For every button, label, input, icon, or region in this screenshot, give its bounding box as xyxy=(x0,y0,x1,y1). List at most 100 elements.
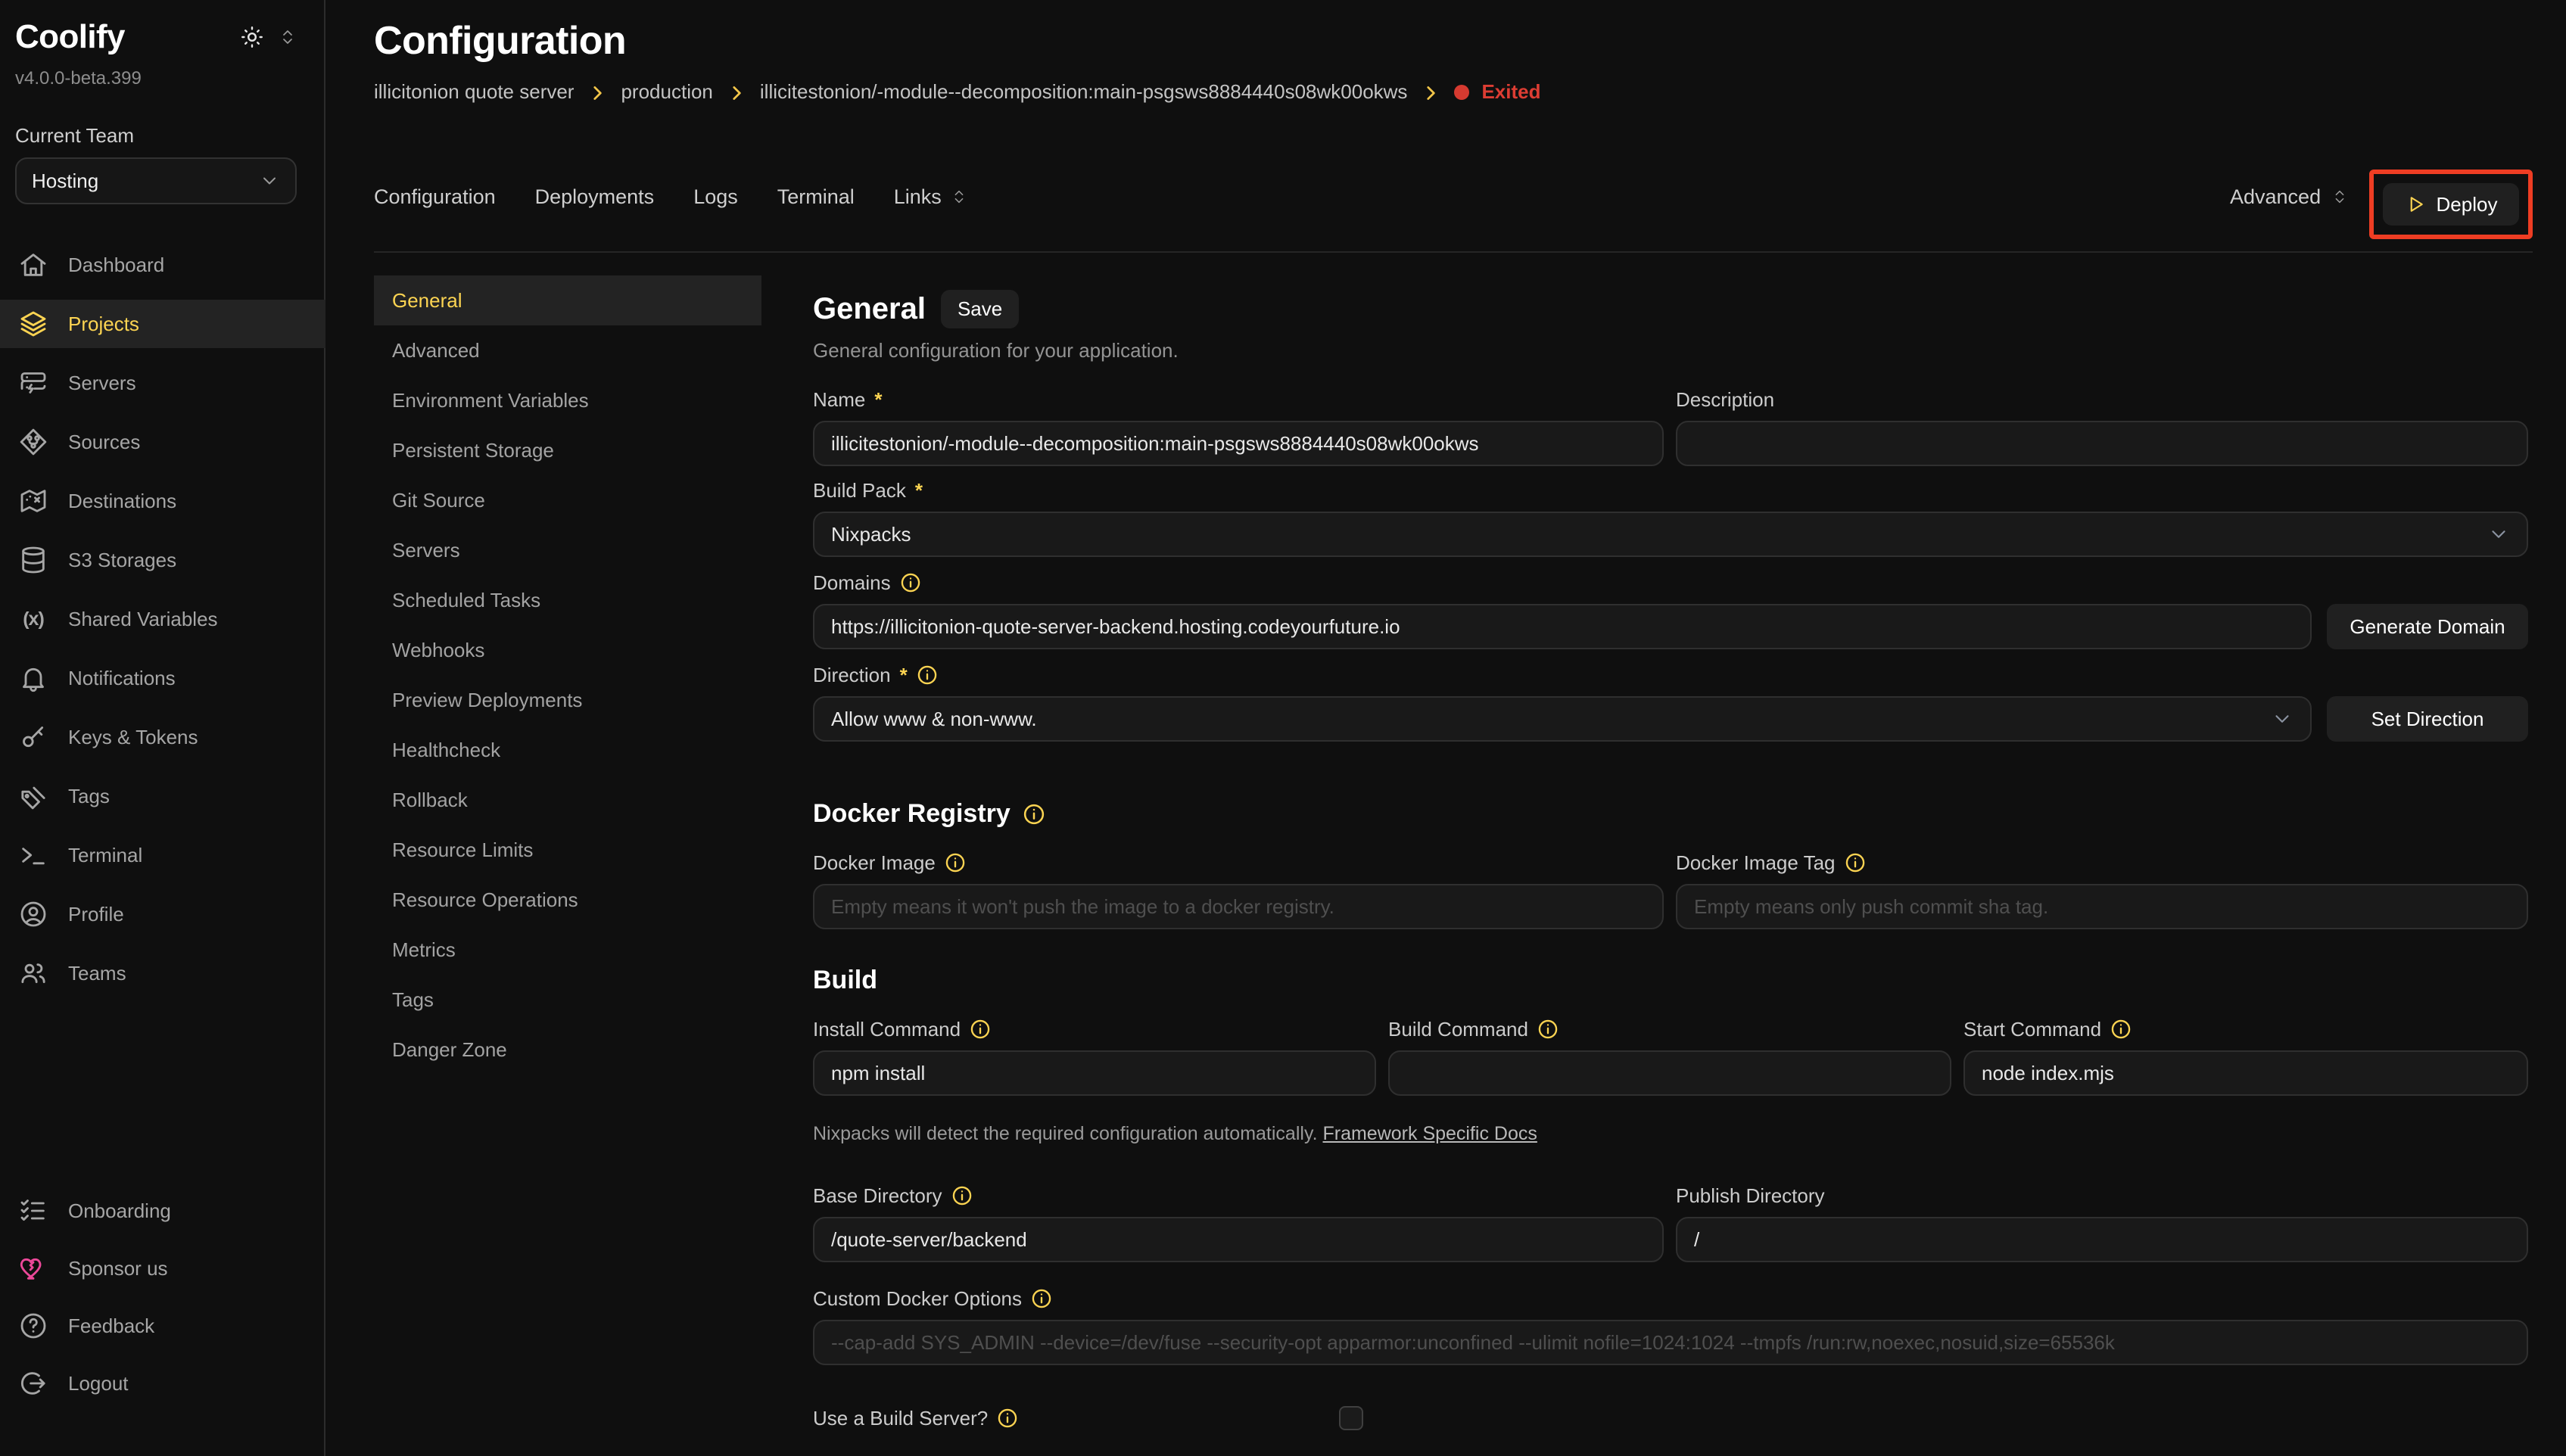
sidebar-item-sources[interactable]: Sources xyxy=(0,418,325,466)
build-command-input[interactable] xyxy=(1388,1050,1951,1096)
sidebar-item-label: Servers xyxy=(68,372,136,395)
git-source-icon xyxy=(18,427,48,457)
build-server-checkbox[interactable] xyxy=(1339,1406,1363,1430)
tab-logs[interactable]: Logs xyxy=(693,185,738,209)
subnav-healthcheck[interactable]: Healthcheck xyxy=(374,725,761,775)
sidebar-item-label: Keys & Tokens xyxy=(68,726,198,749)
sidebar-item-label: Teams xyxy=(68,962,126,985)
section-title: General xyxy=(813,292,926,326)
docker-image-tag-input[interactable] xyxy=(1676,884,2528,929)
subnav-persistent-storage[interactable]: Persistent Storage xyxy=(374,425,761,475)
subnav-advanced[interactable]: Advanced xyxy=(374,325,761,375)
sidebar-item-label: Projects xyxy=(68,313,139,336)
theme-selector-icon[interactable] xyxy=(279,28,297,46)
subnav-scheduled-tasks[interactable]: Scheduled Tasks xyxy=(374,575,761,625)
breadcrumb-project[interactable]: illicitonion quote server xyxy=(374,80,574,104)
team-select[interactable]: Hosting xyxy=(15,157,297,204)
subnav-tags[interactable]: Tags xyxy=(374,975,761,1025)
required-asterisk: * xyxy=(874,388,882,412)
sidebar-item-label: Sources xyxy=(68,431,140,454)
build-pack-select[interactable]: Nixpacks xyxy=(813,512,2528,557)
tab-configuration[interactable]: Configuration xyxy=(374,185,496,209)
save-button[interactable]: Save xyxy=(941,290,1019,328)
subnav-resource-limits[interactable]: Resource Limits xyxy=(374,825,761,875)
sidebar-item-feedback[interactable]: Feedback xyxy=(0,1302,325,1350)
app-logo: Coolify xyxy=(15,18,125,56)
config-subnav: General Advanced Environment Variables P… xyxy=(374,275,761,1075)
home-icon xyxy=(18,250,48,280)
theme-sun-icon[interactable] xyxy=(239,24,265,50)
sidebar-item-profile[interactable]: Profile xyxy=(0,890,325,938)
sidebar-item-keys-tokens[interactable]: Keys & Tokens xyxy=(0,713,325,761)
subnav-webhooks[interactable]: Webhooks xyxy=(374,625,761,675)
sidebar-item-tags[interactable]: Tags xyxy=(0,772,325,820)
logout-icon xyxy=(18,1368,48,1398)
info-icon xyxy=(1023,803,1045,826)
sidebar-item-s3-storages[interactable]: S3 Storages xyxy=(0,536,325,584)
subnav-danger-zone[interactable]: Danger Zone xyxy=(374,1025,761,1075)
sidebar-item-servers[interactable]: Servers xyxy=(0,359,325,407)
info-icon xyxy=(997,1408,1018,1429)
sidebar-item-terminal[interactable]: Terminal xyxy=(0,831,325,879)
name-input[interactable] xyxy=(813,421,1664,466)
build-command-label: Build Command xyxy=(1388,1018,1528,1041)
sidebar-item-teams[interactable]: Teams xyxy=(0,949,325,997)
subnav-rollback[interactable]: Rollback xyxy=(374,775,761,825)
subnav-git-source[interactable]: Git Source xyxy=(374,475,761,525)
base-directory-label: Base Directory xyxy=(813,1184,942,1208)
description-input[interactable] xyxy=(1676,421,2528,466)
sidebar-item-dashboard[interactable]: Dashboard xyxy=(0,241,325,289)
required-asterisk: * xyxy=(915,479,923,502)
info-icon xyxy=(917,664,938,686)
general-form: General Save General configuration for y… xyxy=(813,0,2528,1456)
subnav-environment-variables[interactable]: Environment Variables xyxy=(374,375,761,425)
install-command-input[interactable] xyxy=(813,1050,1376,1096)
direction-label: Direction xyxy=(813,664,891,687)
sidebar-item-label: Terminal xyxy=(68,844,142,867)
subnav-metrics[interactable]: Metrics xyxy=(374,925,761,975)
app-version: v4.0.0-beta.399 xyxy=(15,68,142,89)
subnav-general[interactable]: General xyxy=(374,275,761,325)
sidebar-item-label: Shared Variables xyxy=(68,608,218,631)
breadcrumb-environment[interactable]: production xyxy=(621,80,712,104)
set-direction-button[interactable]: Set Direction xyxy=(2327,696,2528,742)
sidebar-item-label: Logout xyxy=(68,1372,129,1395)
publish-directory-input[interactable] xyxy=(1676,1217,2528,1262)
docker-image-input[interactable] xyxy=(813,884,1664,929)
subnav-preview-deployments[interactable]: Preview Deployments xyxy=(374,675,761,725)
subnav-servers[interactable]: Servers xyxy=(374,525,761,575)
sidebar-item-projects[interactable]: Projects xyxy=(0,300,325,348)
start-command-input[interactable] xyxy=(1963,1050,2528,1096)
tags-icon xyxy=(18,781,48,811)
sidebar-item-onboarding[interactable]: Onboarding xyxy=(0,1187,325,1235)
sidebar-footer: Onboarding Sponsor us Feedback Logout xyxy=(0,1187,325,1417)
base-directory-input[interactable] xyxy=(813,1217,1664,1262)
info-icon xyxy=(1845,852,1866,873)
help-circle-icon xyxy=(18,1311,48,1341)
subnav-resource-operations[interactable]: Resource Operations xyxy=(374,875,761,925)
sidebar-item-notifications[interactable]: Notifications xyxy=(0,654,325,702)
sidebar-item-logout[interactable]: Logout xyxy=(0,1359,325,1408)
sidebar-item-sponsor[interactable]: Sponsor us xyxy=(0,1244,325,1293)
custom-docker-options-input[interactable] xyxy=(813,1320,2528,1365)
info-icon xyxy=(951,1185,973,1206)
direction-select[interactable]: Allow www & non-www. xyxy=(813,696,2312,742)
heart-icon xyxy=(18,1253,48,1283)
build-server-label: Use a Build Server? xyxy=(813,1407,988,1430)
sidebar-item-shared-variables[interactable]: (x) Shared Variables xyxy=(0,595,325,643)
docker-image-label: Docker Image xyxy=(813,851,936,875)
info-icon xyxy=(945,852,966,873)
sidebar-item-destinations[interactable]: Destinations xyxy=(0,477,325,525)
sidebar: Coolify v4.0.0-beta.399 Current Team Hos… xyxy=(0,0,325,1456)
framework-docs-link[interactable]: Framework Specific Docs xyxy=(1322,1123,1537,1144)
custom-docker-options-label: Custom Docker Options xyxy=(813,1287,1022,1311)
domains-input[interactable] xyxy=(813,604,2312,649)
terminal-icon xyxy=(18,840,48,870)
page-title: Configuration xyxy=(374,18,626,64)
sidebar-item-label: Profile xyxy=(68,903,124,926)
tab-deployments[interactable]: Deployments xyxy=(535,185,655,209)
sidebar-item-label: Sponsor us xyxy=(68,1257,168,1280)
install-command-label: Install Command xyxy=(813,1018,961,1041)
generate-domain-button[interactable]: Generate Domain xyxy=(2327,604,2528,649)
current-team-label: Current Team xyxy=(15,124,134,148)
